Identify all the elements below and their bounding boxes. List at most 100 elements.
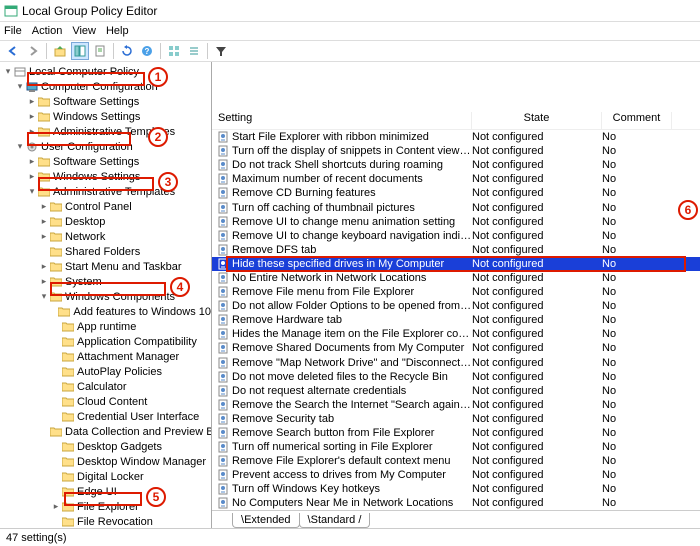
setting-row[interactable]: Remove the Search the Internet "Search a…	[212, 398, 700, 412]
setting-icon	[216, 497, 230, 509]
tree-calculator[interactable]: Calculator	[0, 379, 211, 394]
content-pane: Setting State Comment Start File Explore…	[212, 62, 700, 528]
tree-add-features[interactable]: Add features to Windows 10	[0, 304, 211, 319]
setting-row[interactable]: Do not request alternate credentialsNot …	[212, 384, 700, 398]
tab-extended[interactable]: \Extended	[232, 513, 300, 528]
setting-row[interactable]: Remove File Explorer's default context m…	[212, 454, 700, 468]
setting-icon	[216, 385, 230, 397]
tree-control-panel[interactable]: ▸Control Panel	[0, 199, 211, 214]
menu-file[interactable]: File	[4, 25, 22, 37]
setting-row[interactable]: Remove Shared Documents from My Computer…	[212, 341, 700, 355]
view-list-button[interactable]	[185, 42, 203, 60]
menu-help[interactable]: Help	[106, 25, 129, 37]
tree-desktop[interactable]: ▸Desktop	[0, 214, 211, 229]
setting-row[interactable]: Do not track Shell shortcuts during roam…	[212, 158, 700, 172]
setting-row[interactable]: Remove Search button from File ExplorerN…	[212, 426, 700, 440]
refresh-button[interactable]	[118, 42, 136, 60]
tree-computer-configuration[interactable]: ▾Computer Configuration	[0, 79, 211, 94]
tree-data-collection[interactable]: Data Collection and Preview Builds	[0, 424, 211, 439]
setting-comment: No	[602, 441, 672, 453]
tree-digital-locker[interactable]: Digital Locker	[0, 469, 211, 484]
setting-comment: No	[602, 272, 672, 284]
setting-row[interactable]: Remove "Map Network Drive" and "Disconne…	[212, 356, 700, 370]
forward-button[interactable]	[24, 42, 42, 60]
setting-row[interactable]: Remove UI to change menu animation setti…	[212, 215, 700, 229]
column-setting[interactable]: Setting	[212, 112, 472, 129]
navigation-tree[interactable]: ▾ Local Computer Policy▾Computer Configur…	[0, 62, 212, 528]
chevron-icon: ▸	[26, 126, 38, 137]
tree-user-configuration[interactable]: ▾User Configuration	[0, 139, 211, 154]
menu-view[interactable]: View	[72, 25, 96, 37]
setting-icon	[216, 258, 230, 270]
tree-cc-windows-settings[interactable]: ▸Windows Settings	[0, 109, 211, 124]
setting-row[interactable]: Do not allow Folder Options to be opened…	[212, 299, 700, 313]
setting-row[interactable]: Turn off Windows Key hotkeysNot configur…	[212, 482, 700, 496]
setting-row[interactable]: Turn off caching of thumbnail picturesNo…	[212, 200, 700, 214]
tree-uc-software-settings[interactable]: ▸Software Settings	[0, 154, 211, 169]
filter-button[interactable]	[212, 42, 230, 60]
tree-desktop-gadgets[interactable]: Desktop Gadgets	[0, 439, 211, 454]
tree-autoplay[interactable]: AutoPlay Policies	[0, 364, 211, 379]
tree-app-runtime[interactable]: App runtime	[0, 319, 211, 334]
setting-row[interactable]: Remove UI to change keyboard navigation …	[212, 229, 700, 243]
setting-row[interactable]: Do not move deleted files to the Recycle…	[212, 370, 700, 384]
chevron-icon: ▾	[2, 66, 14, 77]
tree-network[interactable]: ▸Network	[0, 229, 211, 244]
tree-start-menu[interactable]: ▸Start Menu and Taskbar	[0, 259, 211, 274]
tree-root[interactable]: ▾ Local Computer Policy	[0, 64, 211, 79]
tree-cc-admin-templates[interactable]: ▸Administrative Templates	[0, 124, 211, 139]
up-button[interactable]	[51, 42, 69, 60]
tree-app-compat[interactable]: Application Compatibility	[0, 334, 211, 349]
tree-node-label: Desktop Window Manager	[77, 456, 206, 468]
setting-row[interactable]: Remove DFS tabNot configuredNo	[212, 243, 700, 257]
tree-node-label: Local Computer Policy	[29, 66, 139, 78]
tree-windows-components[interactable]: ▾Windows Components	[0, 289, 211, 304]
setting-row[interactable]: Start File Explorer with ribbon minimize…	[212, 130, 700, 144]
tree-uc-windows-settings[interactable]: ▸Windows Settings	[0, 169, 211, 184]
setting-row[interactable]: Prevent access to drives from My Compute…	[212, 468, 700, 482]
tree-cloud-content[interactable]: Cloud Content	[0, 394, 211, 409]
show-hide-tree-button[interactable]	[71, 42, 89, 60]
view-icon-button[interactable]	[165, 42, 183, 60]
tree-attachment-manager[interactable]: Attachment Manager	[0, 349, 211, 364]
tree-cc-software-settings[interactable]: ▸Software Settings	[0, 94, 211, 109]
tree-system[interactable]: ▸System	[0, 274, 211, 289]
setting-state: Not configured	[472, 244, 602, 256]
tree-shared-folders[interactable]: Shared Folders	[0, 244, 211, 259]
setting-row[interactable]: Hide these specified drives in My Comput…	[212, 257, 700, 271]
setting-state: Not configured	[472, 216, 602, 228]
setting-row[interactable]: Remove CD Burning featuresNot configured…	[212, 186, 700, 200]
back-button[interactable]	[4, 42, 22, 60]
tree-edge-ui[interactable]: Edge UI	[0, 484, 211, 499]
tree-uc-admin-templates[interactable]: ▾Administrative Templates	[0, 184, 211, 199]
tree-node-label: AutoPlay Policies	[77, 366, 162, 378]
setting-comment: No	[602, 131, 672, 143]
setting-row[interactable]: Hides the Manage item on the File Explor…	[212, 327, 700, 341]
column-comment[interactable]: Comment	[602, 112, 672, 129]
setting-row[interactable]: Turn off numerical sorting in File Explo…	[212, 440, 700, 454]
setting-row[interactable]: Remove Security tabNot configuredNo	[212, 412, 700, 426]
setting-row[interactable]: Remove File menu from File ExplorerNot c…	[212, 285, 700, 299]
setting-name: Remove Search button from File Explorer	[230, 427, 472, 439]
setting-row[interactable]: No Entire Network in Network LocationsNo…	[212, 271, 700, 285]
setting-row[interactable]: Turn off the display of snippets in Cont…	[212, 144, 700, 158]
tree-file-revocation[interactable]: File Revocation	[0, 514, 211, 528]
chevron-icon: ▸	[26, 111, 38, 122]
settings-list[interactable]: Start File Explorer with ribbon minimize…	[212, 130, 700, 510]
tree-file-explorer[interactable]: ▸File Explorer	[0, 499, 211, 514]
tree-dwm[interactable]: Desktop Window Manager	[0, 454, 211, 469]
setting-comment: No	[602, 342, 672, 354]
setting-icon	[216, 145, 230, 157]
setting-state: Not configured	[472, 159, 602, 171]
setting-row[interactable]: Maximum number of recent documentsNot co…	[212, 172, 700, 186]
column-state[interactable]: State	[472, 112, 602, 129]
tree-credential-ui[interactable]: Credential User Interface	[0, 409, 211, 424]
menu-action[interactable]: Action	[32, 25, 63, 37]
setting-icon	[216, 300, 230, 312]
setting-name: Do not allow Folder Options to be opened…	[230, 300, 472, 312]
tab-standard[interactable]: \Standard /	[299, 513, 371, 528]
help-button[interactable]: ?	[138, 42, 156, 60]
properties-button[interactable]	[91, 42, 109, 60]
setting-row[interactable]: No Computers Near Me in Network Location…	[212, 496, 700, 510]
setting-row[interactable]: Remove Hardware tabNot configuredNo	[212, 313, 700, 327]
